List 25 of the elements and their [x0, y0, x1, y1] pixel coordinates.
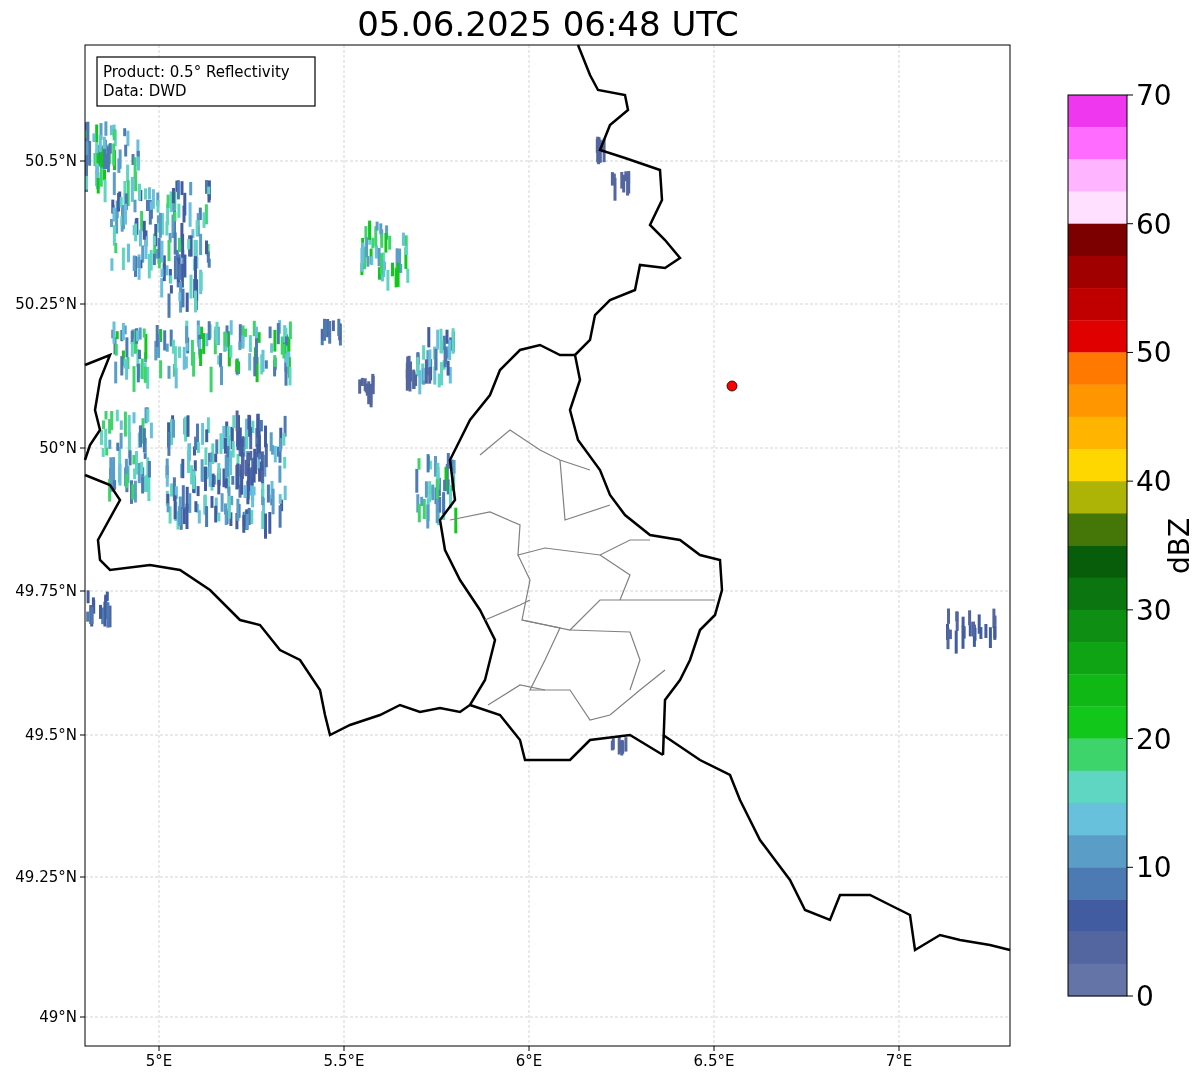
- y-tick-label: 49.25°N: [15, 868, 77, 886]
- colorbar-tick-label: 50: [1136, 336, 1172, 370]
- legend-text: Product: 0.5° Reflectivity: [103, 63, 290, 81]
- colorbar-tick-label: 60: [1136, 207, 1172, 241]
- colorbar-tick-label: 20: [1136, 722, 1172, 756]
- location-marker: [726, 380, 738, 392]
- x-tick-label: 5.5°E: [323, 1052, 365, 1070]
- y-tick-label: 49°N: [39, 1008, 77, 1026]
- colorbar-tick-label: 0: [1136, 980, 1154, 1013]
- x-tick-label: 5°E: [145, 1052, 173, 1070]
- y-tick-label: 49.75°N: [15, 582, 77, 600]
- colorbar-tick-label: 40: [1136, 465, 1172, 499]
- colorbar-tick-label: 70: [1136, 79, 1172, 112]
- colorbar-label: dBZ: [1163, 517, 1196, 575]
- y-tick-label: 49.5°N: [24, 726, 77, 744]
- chart-title: 05.06.2025 06:48 UTC: [357, 4, 739, 44]
- y-tick-label: 50.5°N: [24, 152, 77, 170]
- colorbar-tick-label: 10: [1136, 851, 1172, 885]
- x-tick-label: 6°E: [515, 1052, 543, 1070]
- legend-text: Data: DWD: [103, 82, 187, 100]
- x-tick-label: 6.5°E: [693, 1052, 735, 1070]
- colorbar-tick-label: 30: [1136, 593, 1172, 627]
- y-tick-label: 50.25°N: [15, 295, 77, 313]
- y-tick-label: 50°N: [39, 439, 77, 457]
- x-tick-label: 7°E: [885, 1052, 913, 1070]
